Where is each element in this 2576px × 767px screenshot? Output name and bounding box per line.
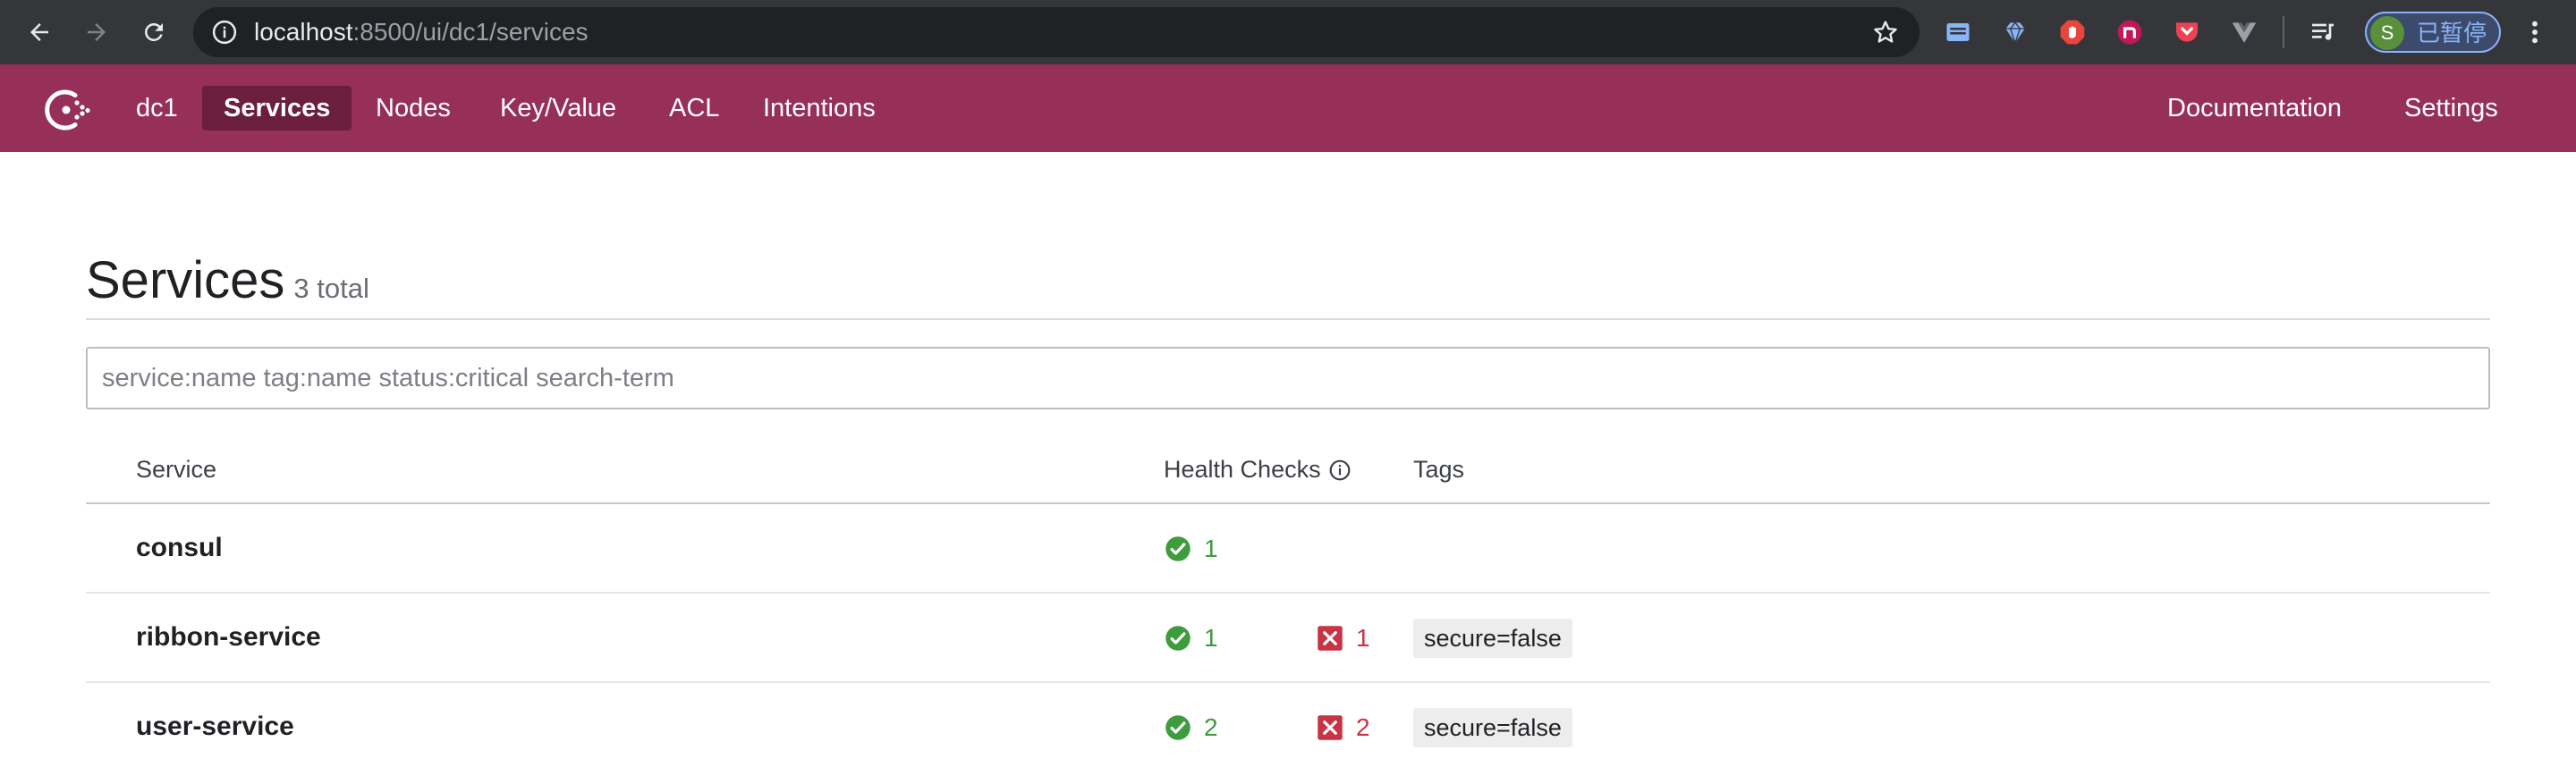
critical-count: 2 bbox=[1356, 713, 1370, 741]
check-circle-icon bbox=[1165, 536, 1191, 561]
arrow-left-icon bbox=[30, 23, 48, 41]
column-header-service[interactable]: Service bbox=[136, 456, 216, 484]
back-button[interactable] bbox=[21, 14, 57, 50]
nav-item-intentions[interactable]: Intentions bbox=[741, 86, 897, 131]
info-icon[interactable] bbox=[1328, 459, 1352, 482]
nav-item-settings[interactable]: Settings bbox=[2383, 86, 2520, 131]
nav-item-key-value[interactable]: Key/Value bbox=[479, 86, 638, 131]
passing-count: 1 bbox=[1204, 624, 1218, 652]
table-row[interactable]: consul 1 bbox=[86, 504, 2490, 594]
check-circle-icon bbox=[1165, 715, 1191, 740]
check-circle-icon bbox=[1165, 626, 1191, 651]
column-label-tags: Tags bbox=[1413, 456, 1465, 483]
address-bar[interactable]: localhost:8500/ui/dc1/services bbox=[193, 7, 1919, 57]
extension-reader-icon[interactable] bbox=[1943, 17, 1973, 47]
url-host: localhost bbox=[254, 18, 353, 46]
extension-diamond-icon[interactable] bbox=[2000, 17, 2030, 47]
service-tag: secure=false bbox=[1413, 619, 1572, 658]
reload-icon bbox=[145, 22, 163, 41]
extension-vue-icon[interactable] bbox=[2229, 17, 2259, 47]
extension-adblock-icon[interactable] bbox=[2057, 17, 2088, 47]
table-row[interactable]: user-service 2 2 secure=false bbox=[86, 683, 2490, 767]
arrow-right-icon bbox=[88, 23, 106, 41]
toolbar-separator bbox=[2283, 16, 2284, 48]
passing-checks: 1 bbox=[1165, 622, 1218, 654]
extension-pocket-icon[interactable] bbox=[2172, 17, 2202, 47]
passing-count: 2 bbox=[1204, 713, 1218, 741]
nav-item-documentation[interactable]: Documentation bbox=[2146, 86, 2363, 131]
service-name-link[interactable]: consul bbox=[136, 533, 223, 563]
service-count: 3 total bbox=[293, 273, 369, 304]
table-row[interactable]: ribbon-service 1 1 secure=false bbox=[86, 594, 2490, 683]
url-text[interactable]: localhost:8500/ui/dc1/services bbox=[254, 19, 589, 46]
critical-count: 1 bbox=[1356, 624, 1370, 652]
column-label-health-checks: Health Checks bbox=[1164, 456, 1321, 483]
table-header: Service Health Checks Tags bbox=[86, 447, 2490, 504]
critical-checks: 2 bbox=[1317, 712, 1370, 744]
critical-x-icon bbox=[1318, 626, 1343, 651]
passing-checks: 1 bbox=[1165, 533, 1218, 565]
column-header-tags: Tags bbox=[1413, 456, 1464, 484]
passing-count: 1 bbox=[1204, 535, 1218, 562]
service-tag: secure=false bbox=[1413, 708, 1572, 747]
main-navigation: dc1 Services Nodes Key/Value ACL Intenti… bbox=[0, 64, 2576, 152]
nav-item-nodes[interactable]: Nodes bbox=[354, 86, 472, 131]
search-input[interactable] bbox=[86, 347, 2490, 409]
datacenter-selector[interactable]: dc1 bbox=[114, 86, 199, 131]
profile-button[interactable]: S 已暂停 bbox=[2365, 12, 2501, 53]
info-icon[interactable] bbox=[211, 19, 238, 46]
nav-item-services[interactable]: Services bbox=[202, 86, 352, 131]
critical-x-icon bbox=[1318, 715, 1343, 740]
more-menu-icon[interactable] bbox=[2524, 18, 2546, 46]
url-path: :8500/ui/dc1/services bbox=[352, 18, 589, 46]
nav-item-acl[interactable]: ACL bbox=[648, 86, 741, 131]
avatar: S bbox=[2370, 16, 2404, 50]
page-header: Services 3 total bbox=[86, 250, 369, 310]
forward-button[interactable] bbox=[79, 14, 114, 50]
page-title: Services bbox=[86, 251, 285, 309]
column-label-service: Service bbox=[136, 456, 217, 483]
service-name-link[interactable]: user-service bbox=[136, 712, 294, 742]
title-divider bbox=[86, 318, 2490, 320]
bookmark-star-icon[interactable] bbox=[1871, 18, 1900, 46]
media-queue-icon[interactable] bbox=[2308, 17, 2338, 47]
passing-checks: 2 bbox=[1165, 712, 1218, 744]
service-name-link[interactable]: ribbon-service bbox=[136, 622, 321, 653]
extension-n-icon[interactable] bbox=[2114, 17, 2145, 47]
profile-status-label: 已暂停 bbox=[2417, 20, 2487, 46]
browser-toolbar: localhost:8500/ui/dc1/services S 已暂停 bbox=[0, 0, 2576, 64]
column-header-health-checks: Health Checks bbox=[1164, 456, 1352, 484]
consul-logo-icon[interactable] bbox=[41, 84, 93, 136]
critical-checks: 1 bbox=[1317, 622, 1370, 654]
reload-button[interactable] bbox=[136, 14, 172, 50]
